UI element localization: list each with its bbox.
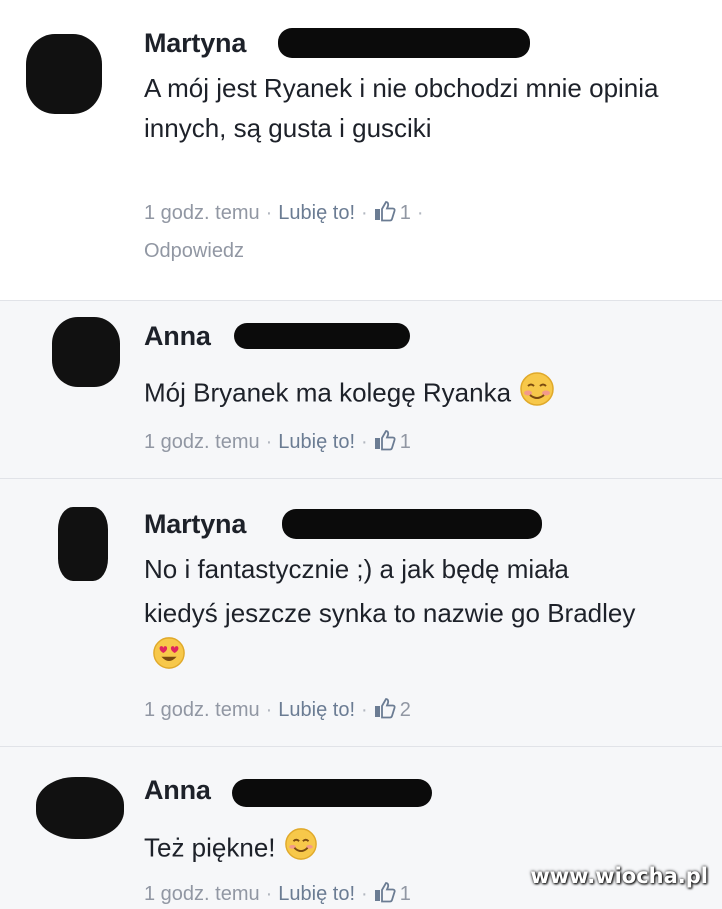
reply-link[interactable]: Odpowiedz (144, 240, 244, 263)
like-link[interactable]: Lubię to! (278, 883, 355, 905)
comment-meta: 1 godz. temu · Lubię to! · 2 (144, 697, 411, 725)
like-count: 1 (399, 431, 411, 453)
comment-time[interactable]: 1 godz. temu (144, 431, 260, 453)
redacted-surname (232, 779, 432, 807)
like-count: 1 (399, 883, 411, 905)
comment: Anna Mój Bryanek ma kolegę Ryanka 1 godz… (0, 300, 722, 479)
separator: · (265, 202, 273, 224)
comment-meta: 1 godz. temu · Lubię to! · 1 · (144, 200, 430, 228)
like-link[interactable]: Lubię to! (278, 699, 355, 721)
avatar[interactable] (26, 34, 102, 114)
like-link[interactable]: Lubię to! (278, 202, 355, 224)
comment-author[interactable]: Anna (144, 321, 211, 352)
watermark: www.wiocha.pl (530, 864, 708, 888)
thumbs-up-icon[interactable] (374, 697, 396, 725)
separator: · (361, 699, 368, 721)
smile-emoji (284, 827, 318, 872)
comment-text: No i fantastycznie ;) a jak będę miała k… (144, 547, 644, 683)
redacted-surname (234, 323, 410, 349)
redacted-surname (278, 28, 530, 58)
comment-text: A mój jest Ryanek i nie obchodzi mnie op… (144, 73, 659, 143)
avatar[interactable] (36, 777, 124, 839)
comment-time[interactable]: 1 godz. temu (144, 202, 260, 224)
like-link[interactable]: Lubię to! (278, 431, 355, 453)
comment-meta: 1 godz. temu · Lubię to! · 1 (144, 881, 411, 909)
comment-text-content: No i fantastycznie ;) a jak będę miała k… (144, 554, 636, 628)
comment-text-content: Mój Bryanek ma kolegę Ryanka (144, 377, 512, 408)
separator: · (361, 431, 368, 453)
comment-author[interactable]: Anna (144, 775, 211, 806)
comment-author[interactable]: Martyna (144, 28, 246, 59)
comment: Martyna No i fantastycznie ;) a jak będę… (0, 478, 722, 747)
redacted-surname (282, 509, 542, 539)
separator: · (265, 883, 273, 905)
comment-text-content: Też piękne! (144, 832, 276, 863)
avatar[interactable] (52, 317, 120, 387)
separator: · (416, 202, 424, 224)
comment: Martyna A mój jest Ryanek i nie obchodzi… (0, 0, 722, 300)
separator: · (361, 202, 368, 224)
comment-text: Mój Bryanek ma kolegę Ryanka (144, 371, 684, 418)
heart-eyes-emoji (152, 636, 186, 683)
comment-meta: 1 godz. temu · Lubię to! · 1 (144, 429, 411, 457)
thumbs-up-icon[interactable] (374, 429, 396, 457)
separator: · (265, 431, 273, 453)
separator: · (265, 699, 273, 721)
comment-author[interactable]: Martyna (144, 509, 246, 540)
like-count: 2 (399, 699, 411, 721)
blushing-smile-emoji (519, 371, 555, 418)
separator: · (361, 883, 368, 905)
thumbs-up-icon[interactable] (374, 881, 396, 909)
comment-time[interactable]: 1 godz. temu (144, 699, 260, 721)
comment-time[interactable]: 1 godz. temu (144, 883, 260, 905)
avatar[interactable] (58, 507, 108, 581)
like-count: 1 (399, 202, 411, 224)
thumbs-up-icon[interactable] (374, 200, 396, 228)
